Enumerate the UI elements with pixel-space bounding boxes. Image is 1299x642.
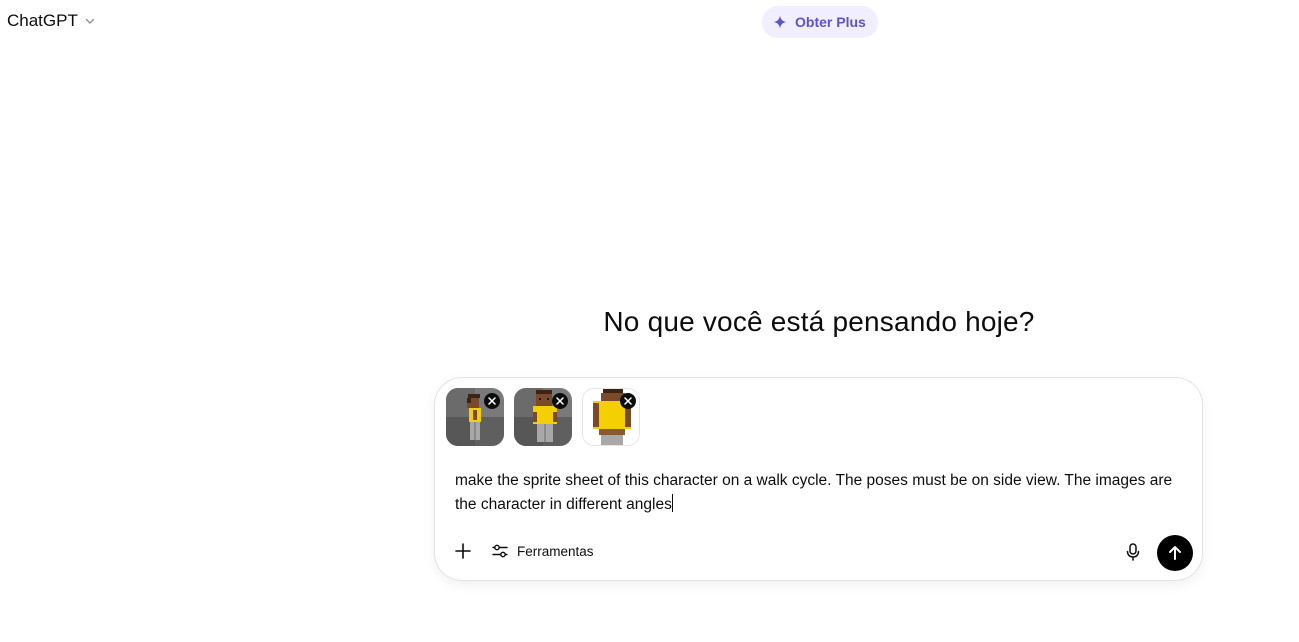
composer-toolbar: Ferramentas	[453, 541, 594, 561]
remove-attachment-button[interactable]	[552, 393, 568, 409]
sparkle-icon	[773, 15, 787, 29]
sliders-icon	[491, 542, 509, 560]
close-icon	[488, 397, 496, 405]
dictate-button[interactable]	[1123, 542, 1143, 562]
attachment-thumbnail[interactable]	[446, 388, 504, 446]
attachment-thumbnail[interactable]	[582, 388, 640, 446]
chevron-down-icon	[84, 15, 96, 27]
attachment-list	[446, 388, 640, 446]
chat-page: ChatGPT Obter Plus No que você está pens…	[0, 0, 1299, 642]
remove-attachment-button[interactable]	[484, 393, 500, 409]
microphone-icon	[1126, 543, 1140, 561]
attachment-thumbnail[interactable]	[514, 388, 572, 446]
composer: make the sprite sheet of this character …	[434, 377, 1203, 581]
close-icon	[556, 397, 564, 405]
close-icon	[624, 397, 632, 405]
model-selector[interactable]: ChatGPT	[7, 11, 96, 31]
add-attachment-button[interactable]	[453, 541, 473, 561]
text-caret	[671, 494, 673, 512]
tools-label: Ferramentas	[517, 543, 594, 559]
greeting-heading: No que você está pensando hoje?	[603, 306, 1035, 337]
plus-icon	[455, 543, 471, 559]
tools-button[interactable]: Ferramentas	[491, 542, 594, 560]
upgrade-button[interactable]: Obter Plus	[762, 6, 878, 38]
remove-attachment-button[interactable]	[620, 393, 636, 409]
arrow-up-icon	[1169, 546, 1181, 560]
prompt-input-value: make the sprite sheet of this character …	[455, 472, 1173, 513]
prompt-input[interactable]: make the sprite sheet of this character …	[455, 469, 1190, 517]
model-label: ChatGPT	[7, 11, 78, 30]
upgrade-label: Obter Plus	[795, 14, 866, 30]
send-button[interactable]	[1157, 535, 1193, 571]
